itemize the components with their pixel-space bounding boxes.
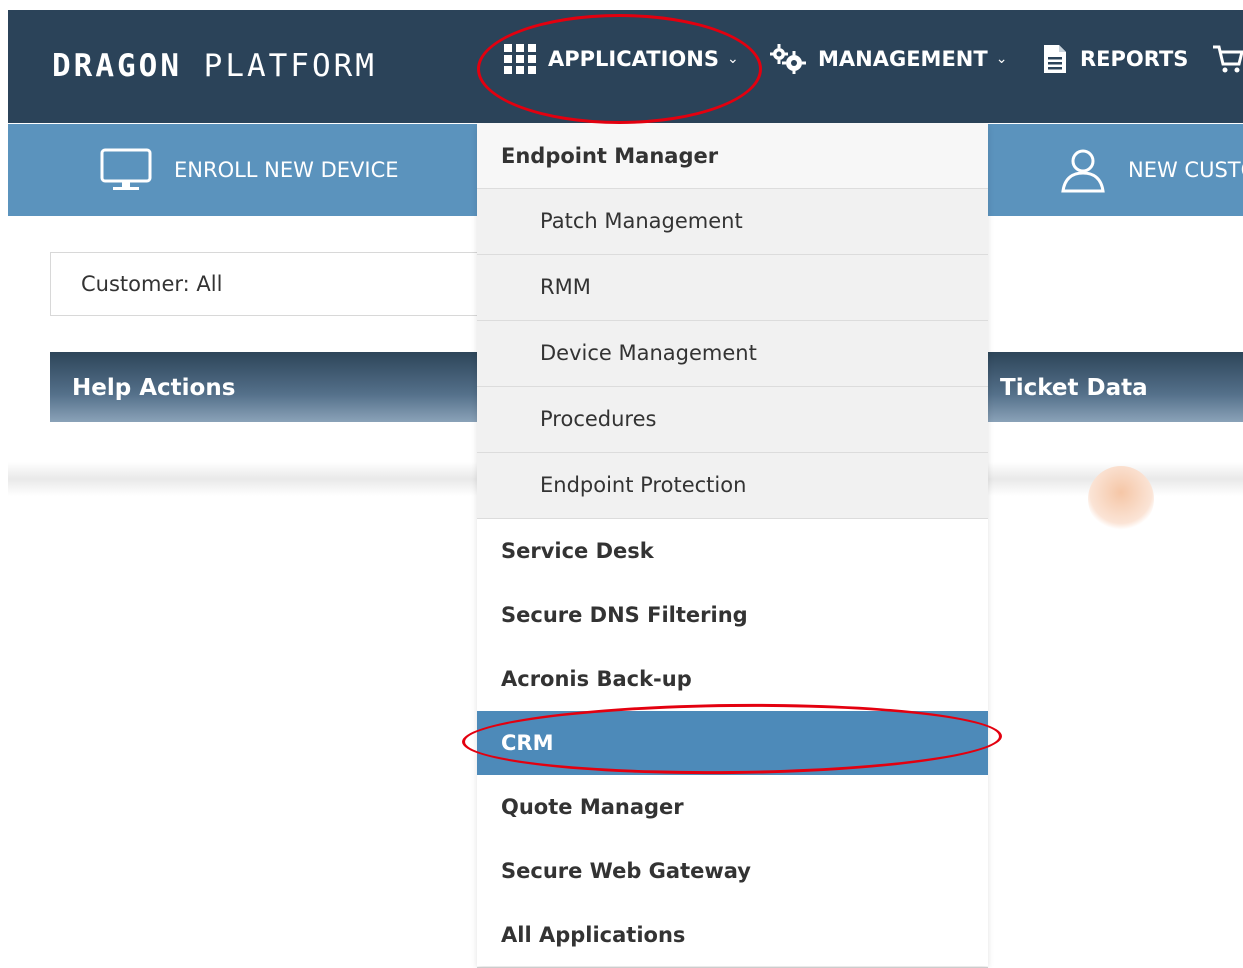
applications-menu[interactable]: APPLICATIONS ⌄ [504,44,739,74]
user-icon [1061,149,1105,193]
menu-item-endpoint-manager[interactable]: Endpoint Manager [477,124,988,189]
new-customer-button[interactable]: NEW CUSTO [1060,124,1243,216]
menu-item-secure-web-gateway[interactable]: Secure Web Gateway [477,839,988,903]
gears-icon [770,44,806,74]
enroll-new-device-button[interactable]: ENROLL NEW DEVICE [100,124,399,216]
menu-item-quote-manager[interactable]: Quote Manager [477,775,988,839]
grid-icon [504,44,536,74]
ticket-data-widget-header: Ticket Data [988,352,1243,422]
menu-item-rmm[interactable]: RMM [477,255,988,321]
reports-menu[interactable]: REPORTS [1042,44,1188,74]
chevron-down-icon: ⌄ [726,51,739,67]
help-actions-widget-header: Help Actions [50,352,510,422]
faded-chart-graphic [1088,466,1154,532]
new-customer-label: NEW CUSTO [1128,158,1243,182]
brand-name-light: PLATFORM [203,48,377,84]
menu-item-crm[interactable]: CRM [477,711,988,775]
management-menu[interactable]: MANAGEMENT ⌄ [770,44,1007,74]
chevron-down-icon: ⌄ [995,51,1008,67]
document-icon [1042,44,1068,74]
menu-item-all-applications[interactable]: All Applications [477,903,988,968]
management-label: MANAGEMENT [818,47,988,71]
cart-icon [1213,44,1243,74]
menu-item-patch-management[interactable]: Patch Management [477,189,988,255]
customer-filter-select[interactable]: Customer: All [50,252,530,316]
cart-button[interactable] [1213,44,1243,74]
menu-item-service-desk[interactable]: Service Desk [477,519,988,583]
applications-label: APPLICATIONS [548,47,719,71]
enroll-new-device-label: ENROLL NEW DEVICE [174,158,399,182]
brand-logo[interactable]: DRAGON PLATFORM [52,48,377,84]
menu-item-secure-dns-filtering[interactable]: Secure DNS Filtering [477,583,988,647]
menu-item-device-management[interactable]: Device Management [477,321,988,387]
brand-name-bold: DRAGON [52,48,182,84]
menu-item-procedures[interactable]: Procedures [477,387,988,453]
applications-dropdown: Endpoint Manager Patch Management RMM De… [477,124,988,968]
monitor-icon [100,148,152,190]
reports-label: REPORTS [1080,47,1189,71]
menu-item-acronis-backup[interactable]: Acronis Back-up [477,647,988,711]
menu-item-endpoint-protection[interactable]: Endpoint Protection [477,453,988,519]
